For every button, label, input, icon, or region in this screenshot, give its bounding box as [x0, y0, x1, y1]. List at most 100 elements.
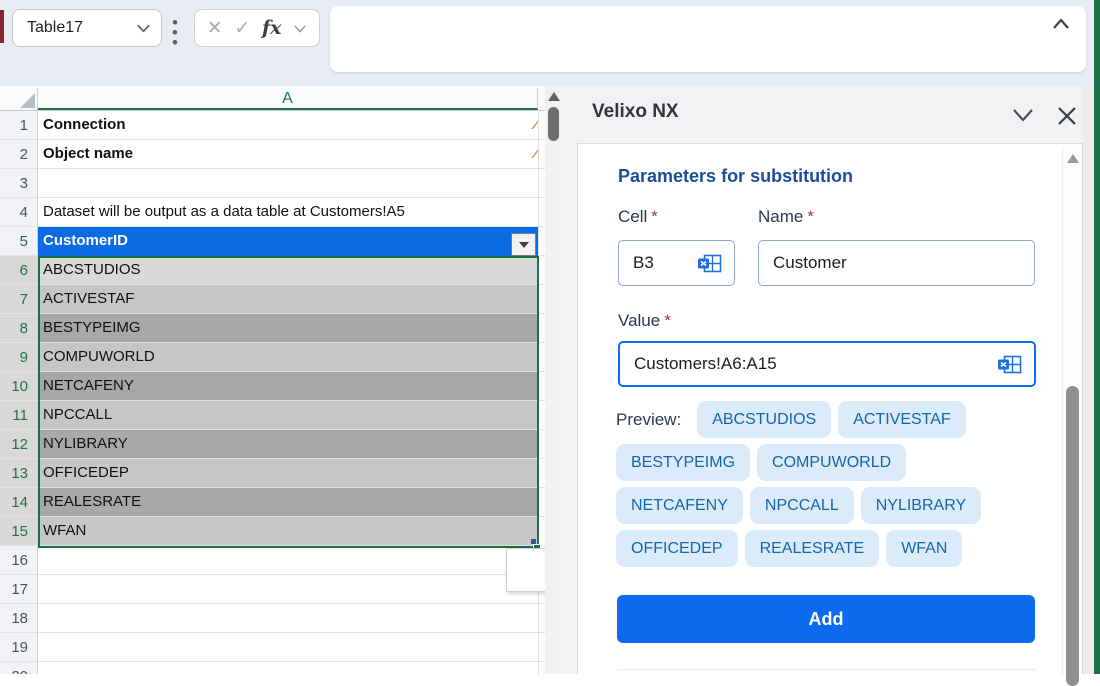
cell-a20[interactable]: [38, 662, 538, 674]
pane-close-icon[interactable]: [1056, 105, 1078, 127]
row-header-7[interactable]: 7: [0, 285, 38, 314]
select-all-corner[interactable]: [0, 88, 38, 110]
preview-chip: WFAN: [886, 530, 962, 567]
excel-range-picker-icon[interactable]: [698, 254, 722, 273]
table-filter-dropdown-button[interactable]: [511, 233, 536, 256]
row-header-12[interactable]: 12: [0, 430, 38, 459]
cell-a9[interactable]: COMPUWORLD: [38, 343, 538, 372]
cell-a11[interactable]: NPCCALL: [38, 401, 538, 430]
cell-a10[interactable]: NETCAFENY: [38, 372, 538, 401]
cell-b1[interactable]: [538, 111, 545, 140]
row-header-5[interactable]: 5: [0, 227, 38, 256]
row-header-19[interactable]: 19: [0, 633, 38, 662]
floating-options-box[interactable]: [506, 548, 545, 592]
cell-a12[interactable]: NYLIBRARY: [38, 430, 538, 459]
table-row: 9COMPUWORLD: [0, 343, 545, 372]
cell-b9[interactable]: [538, 343, 545, 372]
row-header-4[interactable]: 4: [0, 198, 38, 227]
cell-b6[interactable]: [538, 256, 545, 285]
cell-a1[interactable]: Connection∕: [38, 111, 538, 140]
scrollbar-thumb[interactable]: [548, 107, 559, 141]
cell-a6[interactable]: ABCSTUDIOS: [38, 256, 538, 285]
row-header-15[interactable]: 15: [0, 517, 38, 546]
cell-b4[interactable]: [538, 198, 545, 227]
sheet-vertical-scrollbar[interactable]: [545, 86, 562, 674]
formula-buttons: ✕ ✓ fx: [194, 9, 320, 47]
row-header-10[interactable]: 10: [0, 372, 38, 401]
row-header-14[interactable]: 14: [0, 488, 38, 517]
pane-scrollbar[interactable]: [1062, 146, 1082, 675]
preview-chip: NYLIBRARY: [861, 487, 981, 524]
cell-b12[interactable]: [538, 430, 545, 459]
row-header-9[interactable]: 9: [0, 343, 38, 372]
cell-b10[interactable]: [538, 372, 545, 401]
row-header-11[interactable]: 11: [0, 401, 38, 430]
row-header-18[interactable]: 18: [0, 604, 38, 633]
preview-chip: NPCCALL: [750, 487, 854, 524]
add-button[interactable]: Add: [617, 595, 1035, 643]
table-row: 4Dataset will be output as a data table …: [0, 198, 545, 227]
cell-a4[interactable]: Dataset will be output as a data table a…: [38, 198, 538, 227]
cell-a16[interactable]: [38, 546, 538, 575]
row-header-3[interactable]: 3: [0, 169, 38, 198]
cell-b18[interactable]: [538, 604, 545, 633]
chevron-down-icon[interactable]: [293, 23, 307, 34]
cell-a14[interactable]: REALESRATE: [38, 488, 538, 517]
column-header-a[interactable]: A: [38, 88, 538, 110]
scroll-up-icon[interactable]: [1067, 154, 1079, 163]
insert-function-icon[interactable]: fx: [262, 17, 282, 39]
formula-input[interactable]: [342, 12, 1042, 66]
cell-a7[interactable]: ACTIVESTAF: [38, 285, 538, 314]
cell-a13[interactable]: OFFICEDEP: [38, 459, 538, 488]
cell-b7[interactable]: [538, 285, 545, 314]
table-row: 5CustomerID: [0, 227, 545, 256]
value-input[interactable]: Customers!A6:A15: [618, 341, 1036, 387]
cell-a8[interactable]: BESTYPEIMG: [38, 314, 538, 343]
cell-input[interactable]: B3: [618, 240, 735, 286]
scroll-up-icon[interactable]: [548, 92, 560, 101]
cell-a18[interactable]: [38, 604, 538, 633]
cell-b2[interactable]: [538, 140, 545, 169]
row-header-1[interactable]: 1: [0, 111, 38, 140]
preview-label: Preview:: [616, 410, 681, 430]
cell-b3[interactable]: [538, 169, 545, 198]
row-header-8[interactable]: 8: [0, 314, 38, 343]
table-row: 1Connection∕: [0, 111, 545, 140]
cell-b15[interactable]: [538, 517, 545, 546]
scrollbar-thumb[interactable]: [1066, 386, 1079, 686]
cell-a2[interactable]: Object name∕: [38, 140, 538, 169]
chevron-down-icon[interactable]: [136, 22, 151, 34]
cell-b19[interactable]: [538, 633, 545, 662]
cell-a15[interactable]: WFAN: [38, 517, 538, 546]
clipped-text-fragment: ∕: [534, 140, 537, 168]
row-header-16[interactable]: 16: [0, 546, 38, 575]
confirm-entry-icon[interactable]: ✓: [234, 17, 250, 40]
cell-a5[interactable]: CustomerID: [38, 227, 538, 256]
collapse-formula-bar-icon[interactable]: [1050, 16, 1072, 32]
table-row: 6ABCSTUDIOS: [0, 256, 545, 285]
excel-range-picker-icon[interactable]: [998, 355, 1022, 374]
row-header-6[interactable]: 6: [0, 256, 38, 285]
pane-content-card: Parameters for substitution Cell* Name* …: [577, 143, 1083, 674]
cell-a19[interactable]: [38, 633, 538, 662]
row-header-2[interactable]: 2: [0, 140, 38, 169]
row-header-17[interactable]: 17: [0, 575, 38, 604]
cell-b8[interactable]: [538, 314, 545, 343]
formula-bar[interactable]: [330, 6, 1086, 72]
table-row: 14REALESRATE: [0, 488, 545, 517]
window-edge-fragment: [0, 10, 4, 43]
cell-a17[interactable]: [38, 575, 538, 604]
cell-a3[interactable]: [38, 169, 538, 198]
cancel-entry-icon[interactable]: ✕: [207, 17, 223, 40]
cell-b13[interactable]: [538, 459, 545, 488]
kebab-divider-icon[interactable]: •••: [172, 18, 178, 48]
pane-collapse-chevron-icon[interactable]: [1010, 106, 1036, 124]
cell-b5[interactable]: [538, 227, 545, 256]
row-header-13[interactable]: 13: [0, 459, 38, 488]
cell-b14[interactable]: [538, 488, 545, 517]
cell-b11[interactable]: [538, 401, 545, 430]
name-box[interactable]: Table17: [12, 9, 162, 47]
name-input[interactable]: Customer: [758, 240, 1035, 286]
cell-b20[interactable]: [538, 662, 545, 674]
row-header-20[interactable]: 20: [0, 662, 38, 674]
